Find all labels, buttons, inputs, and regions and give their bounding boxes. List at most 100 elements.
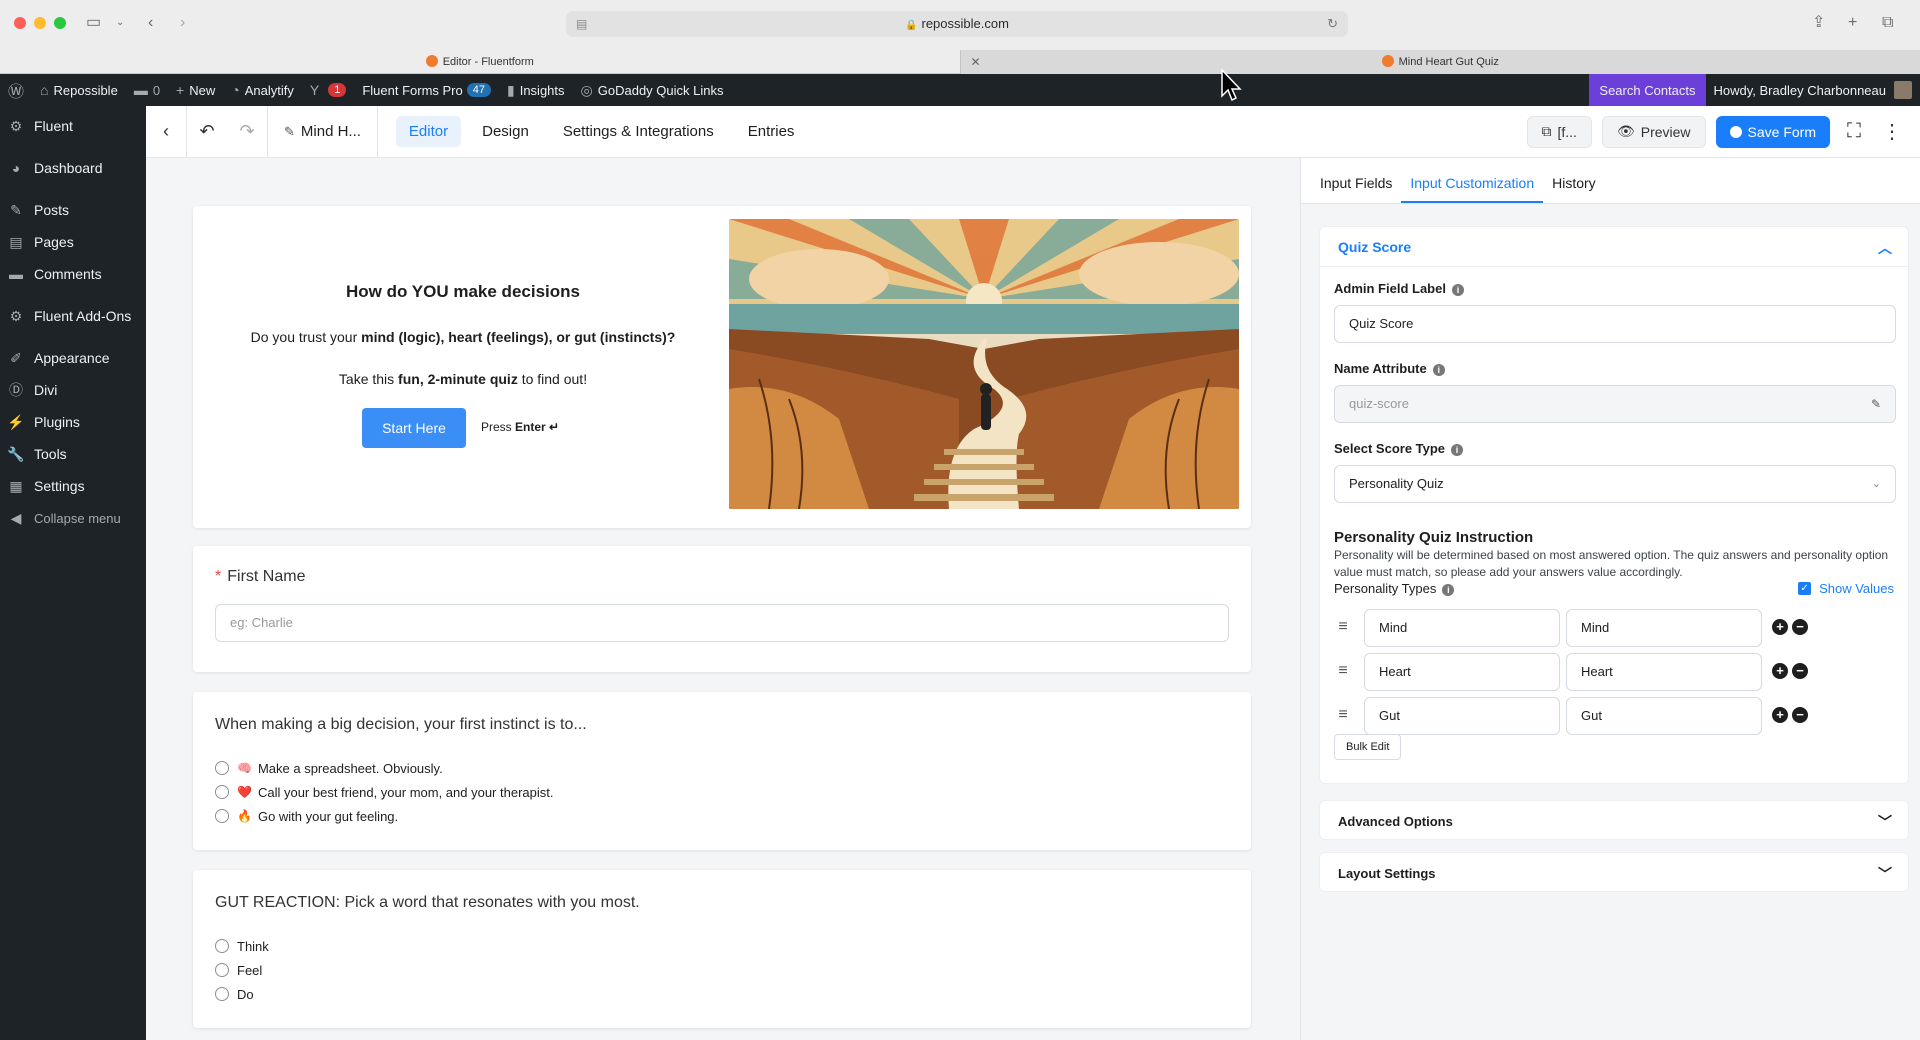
tab-editor-nav[interactable]: Editor <box>395 116 462 147</box>
address-bar[interactable]: ▤ 🔒 repossible.com ↻ <box>566 11 1348 37</box>
site-name-link[interactable]: ⌂ Repossible <box>32 74 126 106</box>
tab-quiz[interactable]: ✕ Mind Heart Gut Quiz <box>959 50 1920 74</box>
advanced-options-header[interactable]: Advanced Options ﹀ <box>1320 801 1908 841</box>
first-name-field-card[interactable]: * First Name eg: Charlie <box>193 546 1251 672</box>
question-1-card[interactable]: When making a big decision, your first i… <box>193 692 1251 850</box>
drag-handle-icon[interactable]: ≡ <box>1334 661 1352 681</box>
first-name-input[interactable]: eg: Charlie <box>215 604 1229 642</box>
radio-button[interactable] <box>215 939 229 953</box>
maximize-window-button[interactable] <box>54 17 66 29</box>
reload-icon[interactable]: ↻ <box>1327 11 1338 37</box>
sidebar-item-posts[interactable]: ✎ Posts <box>0 194 146 226</box>
comments-link[interactable]: ▬ 0 <box>126 74 168 106</box>
tab-entries[interactable]: Entries <box>735 116 808 147</box>
back-icon[interactable]: ‹ <box>148 12 153 34</box>
insights-link[interactable]: ▮ Insights <box>499 74 573 106</box>
tab-overview-icon[interactable]: ⧉ <box>1882 12 1893 34</box>
sidebar-item-divi[interactable]: Ⓓ Divi <box>0 374 146 406</box>
more-menu-button[interactable]: ⋮ <box>1878 119 1906 144</box>
chevron-down-icon[interactable]: ⌄ <box>116 12 124 34</box>
tab-settings-integrations[interactable]: Settings & Integrations <box>550 116 727 147</box>
radio-option[interactable]: 🔥 Go with your gut feeling. <box>215 804 553 828</box>
edit-icon[interactable]: ✎ <box>1871 386 1881 422</box>
info-icon[interactable]: i <box>1442 584 1455 596</box>
radio-option[interactable]: 🧠 Make a spreadsheet. Obviously. <box>215 756 553 780</box>
radio-button[interactable] <box>215 963 229 977</box>
undo-button[interactable]: ↶ <box>187 106 227 158</box>
save-form-button[interactable]: Save Form <box>1715 115 1830 148</box>
bulk-edit-button[interactable]: Bulk Edit <box>1334 734 1402 760</box>
form-name-button[interactable]: ✎ Mind H... <box>268 123 377 140</box>
personality-label-input[interactable]: Gut <box>1364 697 1560 735</box>
add-icon[interactable]: + <box>1772 663 1788 679</box>
layout-settings-header[interactable]: Layout Settings ﹀ <box>1320 853 1908 893</box>
drag-handle-icon[interactable]: ≡ <box>1334 705 1352 725</box>
remove-icon[interactable]: − <box>1792 663 1808 679</box>
new-content-link[interactable]: + New <box>168 74 223 106</box>
sidebar-toggle-icon[interactable]: ▭ <box>86 12 101 34</box>
add-icon[interactable]: + <box>1772 707 1788 723</box>
sidebar-item-settings[interactable]: ▦ Settings <box>0 470 146 502</box>
show-values-checkbox[interactable]: ✓ Show Values <box>1798 581 1894 596</box>
personality-label-input[interactable]: Heart <box>1364 653 1560 691</box>
godaddy-link[interactable]: ◎ GoDaddy Quick Links <box>573 74 732 106</box>
tab-input-customization[interactable]: Input Customization <box>1401 175 1544 203</box>
radio-option[interactable]: ❤️ Call your best friend, your mom, and y… <box>215 780 553 804</box>
tab-input-fields[interactable]: Input Fields <box>1311 175 1401 203</box>
radio-button[interactable] <box>215 761 229 775</box>
preview-button[interactable]: 👁 Preview <box>1601 115 1706 148</box>
analytify-link[interactable]: ◔ Analytify <box>223 74 302 106</box>
sidebar-item-appearance[interactable]: ✐ Appearance <box>0 342 146 374</box>
sidebar-item-dashboard[interactable]: ◕ Dashboard <box>0 152 146 184</box>
personality-value-input[interactable]: Gut <box>1566 697 1762 735</box>
radio-button[interactable] <box>215 987 229 1001</box>
back-button[interactable]: ‹ <box>146 106 186 158</box>
sidebar-item-pages[interactable]: ▤ Pages <box>0 226 146 258</box>
minimize-window-button[interactable] <box>34 17 46 29</box>
advanced-options-section[interactable]: Advanced Options ﹀ <box>1319 800 1909 840</box>
account-menu[interactable]: Howdy, Bradley Charbonneau <box>1706 74 1920 106</box>
sidebar-item-comments[interactable]: ▬ Comments <box>0 258 146 290</box>
yoast-link[interactable]: Y1 <box>302 74 354 106</box>
forward-icon[interactable]: › <box>180 12 185 34</box>
remove-icon[interactable]: − <box>1792 619 1808 635</box>
personality-value-input[interactable]: Heart <box>1566 653 1762 691</box>
score-type-select[interactable]: Personality Quiz ⌄ <box>1334 465 1896 503</box>
fluent-forms-link[interactable]: Fluent Forms Pro 47 <box>354 74 499 106</box>
search-contacts-button[interactable]: Search Contacts <box>1589 74 1706 106</box>
share-icon[interactable]: ⇪ <box>1812 12 1825 34</box>
personality-label-input[interactable]: Mind <box>1364 609 1560 647</box>
radio-button[interactable] <box>215 809 229 823</box>
tab-editor[interactable]: Editor - Fluentform <box>0 50 960 74</box>
close-window-button[interactable] <box>14 17 26 29</box>
question-2-card[interactable]: GUT REACTION: Pick a word that resonates… <box>193 870 1251 1028</box>
name-attribute-input[interactable]: quiz-score ✎ <box>1334 385 1896 423</box>
sidebar-item-plugins[interactable]: ⚡ Plugins <box>0 406 146 438</box>
new-tab-icon[interactable]: + <box>1848 12 1857 34</box>
sidebar-item-fluent[interactable]: ⚙ Fluent <box>0 110 146 142</box>
redo-button[interactable]: ↷ <box>227 106 267 158</box>
sidebar-item-tools[interactable]: 🔧 Tools <box>0 438 146 470</box>
tab-design[interactable]: Design <box>469 116 542 147</box>
layout-settings-section[interactable]: Layout Settings ﹀ <box>1319 852 1909 892</box>
info-icon[interactable]: i <box>1451 284 1464 296</box>
add-icon[interactable]: + <box>1772 619 1788 635</box>
radio-option[interactable]: Think <box>215 934 269 958</box>
info-icon[interactable]: i <box>1451 444 1464 456</box>
intro-welcome-screen[interactable]: How do YOU make decisions Do you trust y… <box>193 206 1251 528</box>
drag-handle-icon[interactable]: ≡ <box>1334 617 1352 637</box>
site-settings-icon[interactable]: ▤ <box>576 11 587 37</box>
sidebar-item-fluent-add-ons[interactable]: ⚙ Fluent Add-Ons <box>0 300 146 332</box>
tab-history[interactable]: History <box>1543 175 1605 203</box>
radio-option[interactable]: Feel <box>215 958 269 982</box>
radio-button[interactable] <box>215 785 229 799</box>
collapse-menu-button[interactable]: ◀ Collapse menu <box>0 502 146 534</box>
fullscreen-button[interactable]: ⛶ <box>1840 120 1868 143</box>
shortcode-button[interactable]: ⧉ [f... <box>1526 115 1592 148</box>
close-tab-icon[interactable]: ✕ <box>971 50 981 74</box>
personality-value-input[interactable]: Mind <box>1566 609 1762 647</box>
info-icon[interactable]: i <box>1432 364 1445 376</box>
quiz-score-header[interactable]: Quiz Score ︿ <box>1320 227 1908 267</box>
radio-option[interactable]: Do <box>215 982 269 1006</box>
admin-field-label-input[interactable]: Quiz Score <box>1334 305 1896 343</box>
